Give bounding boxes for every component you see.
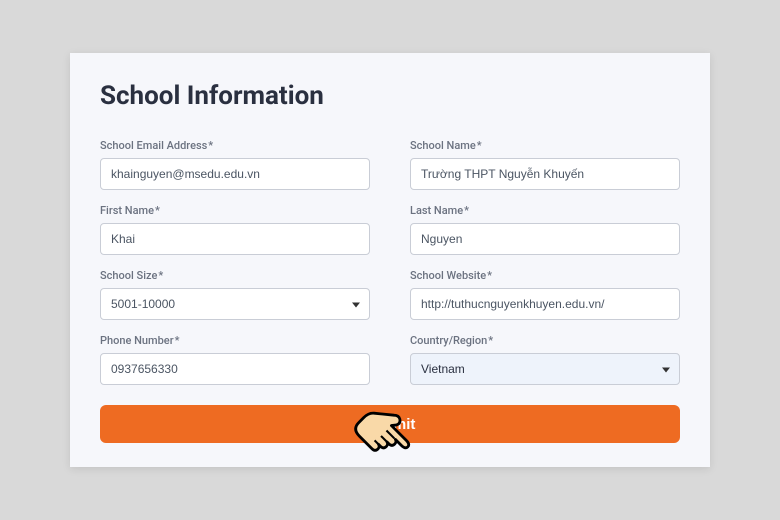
required-mark: * bbox=[477, 139, 482, 152]
school-size-select-wrap: 5001-10000 bbox=[100, 288, 370, 320]
required-mark: * bbox=[464, 204, 469, 217]
label-last-name: Last Name* bbox=[410, 204, 680, 217]
field-phone: Phone Number* bbox=[100, 334, 370, 385]
school-size-select[interactable]: 5001-10000 bbox=[100, 288, 370, 320]
required-mark: * bbox=[155, 204, 160, 217]
label-first-name: First Name* bbox=[100, 204, 370, 217]
label-text: Country/Region bbox=[410, 334, 487, 347]
school-name-input[interactable] bbox=[410, 158, 680, 190]
first-name-input[interactable] bbox=[100, 223, 370, 255]
label-phone: Phone Number* bbox=[100, 334, 370, 347]
form-grid: School Email Address* School Name* First… bbox=[100, 139, 680, 443]
label-school-size: School Size* bbox=[100, 269, 370, 282]
required-mark: * bbox=[208, 139, 213, 152]
submit-button[interactable]: Submit bbox=[100, 405, 680, 443]
label-text: School Website bbox=[410, 269, 486, 282]
phone-input[interactable] bbox=[100, 353, 370, 385]
last-name-input[interactable] bbox=[410, 223, 680, 255]
field-school-email: School Email Address* bbox=[100, 139, 370, 190]
label-country: Country/Region* bbox=[410, 334, 680, 347]
label-text: School Size bbox=[100, 269, 157, 282]
country-select[interactable]: Vietnam bbox=[410, 353, 680, 385]
label-school-name: School Name* bbox=[410, 139, 680, 152]
country-select-wrap: Vietnam bbox=[410, 353, 680, 385]
field-last-name: Last Name* bbox=[410, 204, 680, 255]
label-text: Phone Number bbox=[100, 334, 174, 347]
label-school-website: School Website* bbox=[410, 269, 680, 282]
field-first-name: First Name* bbox=[100, 204, 370, 255]
label-text: School Name bbox=[410, 139, 476, 152]
field-school-website: School Website* bbox=[410, 269, 680, 320]
label-text: First Name bbox=[100, 204, 154, 217]
field-school-name: School Name* bbox=[410, 139, 680, 190]
field-country: Country/Region* Vietnam bbox=[410, 334, 680, 385]
school-website-input[interactable] bbox=[410, 288, 680, 320]
label-text: School Email Address bbox=[100, 139, 207, 152]
required-mark: * bbox=[175, 334, 180, 347]
required-mark: * bbox=[158, 269, 163, 282]
label-school-email: School Email Address* bbox=[100, 139, 370, 152]
field-school-size: School Size* 5001-10000 bbox=[100, 269, 370, 320]
label-text: Last Name bbox=[410, 204, 463, 217]
required-mark: * bbox=[488, 334, 493, 347]
form-card: School Information School Email Address*… bbox=[70, 53, 710, 467]
required-mark: * bbox=[487, 269, 492, 282]
page-title: School Information bbox=[100, 81, 680, 111]
school-email-input[interactable] bbox=[100, 158, 370, 190]
